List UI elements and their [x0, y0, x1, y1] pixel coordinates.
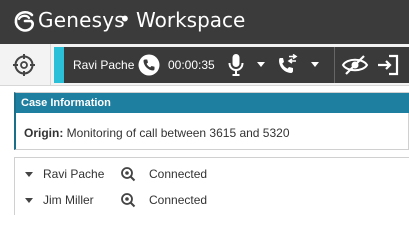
brand-name: Genesys [38, 8, 125, 32]
participant-row[interactable]: Jim Miller Connected [15, 188, 409, 212]
call-accent-strip [54, 47, 64, 83]
phone-icon[interactable] [138, 54, 160, 76]
transfer-dropdown-chevron-icon[interactable] [311, 62, 319, 67]
participant-name: Ravi Pache [43, 167, 105, 181]
case-information-header[interactable]: Case Information [16, 93, 409, 113]
participant-status: Connected [149, 193, 208, 207]
microphone-icon[interactable] [227, 53, 245, 77]
sign-out-icon[interactable] [376, 54, 400, 76]
connected-icon [121, 167, 136, 182]
toolbar-divider [50, 44, 51, 86]
participant-row[interactable]: Ravi Pache Connected [15, 162, 409, 186]
phone-transfer-icon[interactable] [276, 54, 298, 76]
call-timer: 00:00:35 [168, 58, 215, 72]
connected-icon [121, 193, 136, 208]
call-bar: Ravi Pache 00:00:35 [54, 47, 409, 83]
case-origin-value: Monitoring of call between 3615 and 5320 [66, 126, 290, 140]
title-bar: Genesys • Workspace [0, 0, 409, 44]
case-origin: Origin: Monitoring of call between 3615 … [24, 126, 290, 140]
product-name: Workspace [136, 8, 246, 32]
case-origin-label: Origin: [24, 126, 64, 140]
caller-name: Ravi Pache [73, 58, 135, 72]
case-information-panel: Case Information Origin: Monitoring of c… [14, 92, 409, 150]
participants-list: Ravi Pache Connected Jim Miller Connecte… [14, 157, 409, 215]
eye-off-icon[interactable] [341, 54, 369, 76]
microphone-dropdown-chevron-icon[interactable] [257, 62, 265, 67]
participant-dropdown-chevron-icon[interactable] [25, 172, 33, 177]
participant-dropdown-chevron-icon[interactable] [25, 198, 33, 203]
participant-status: Connected [149, 167, 208, 181]
genesys-logo-icon [14, 10, 34, 32]
participant-name: Jim Miller [43, 193, 94, 207]
call-bar-divider [334, 47, 335, 83]
target-icon[interactable] [12, 53, 36, 77]
title-separator: • [119, 7, 131, 31]
